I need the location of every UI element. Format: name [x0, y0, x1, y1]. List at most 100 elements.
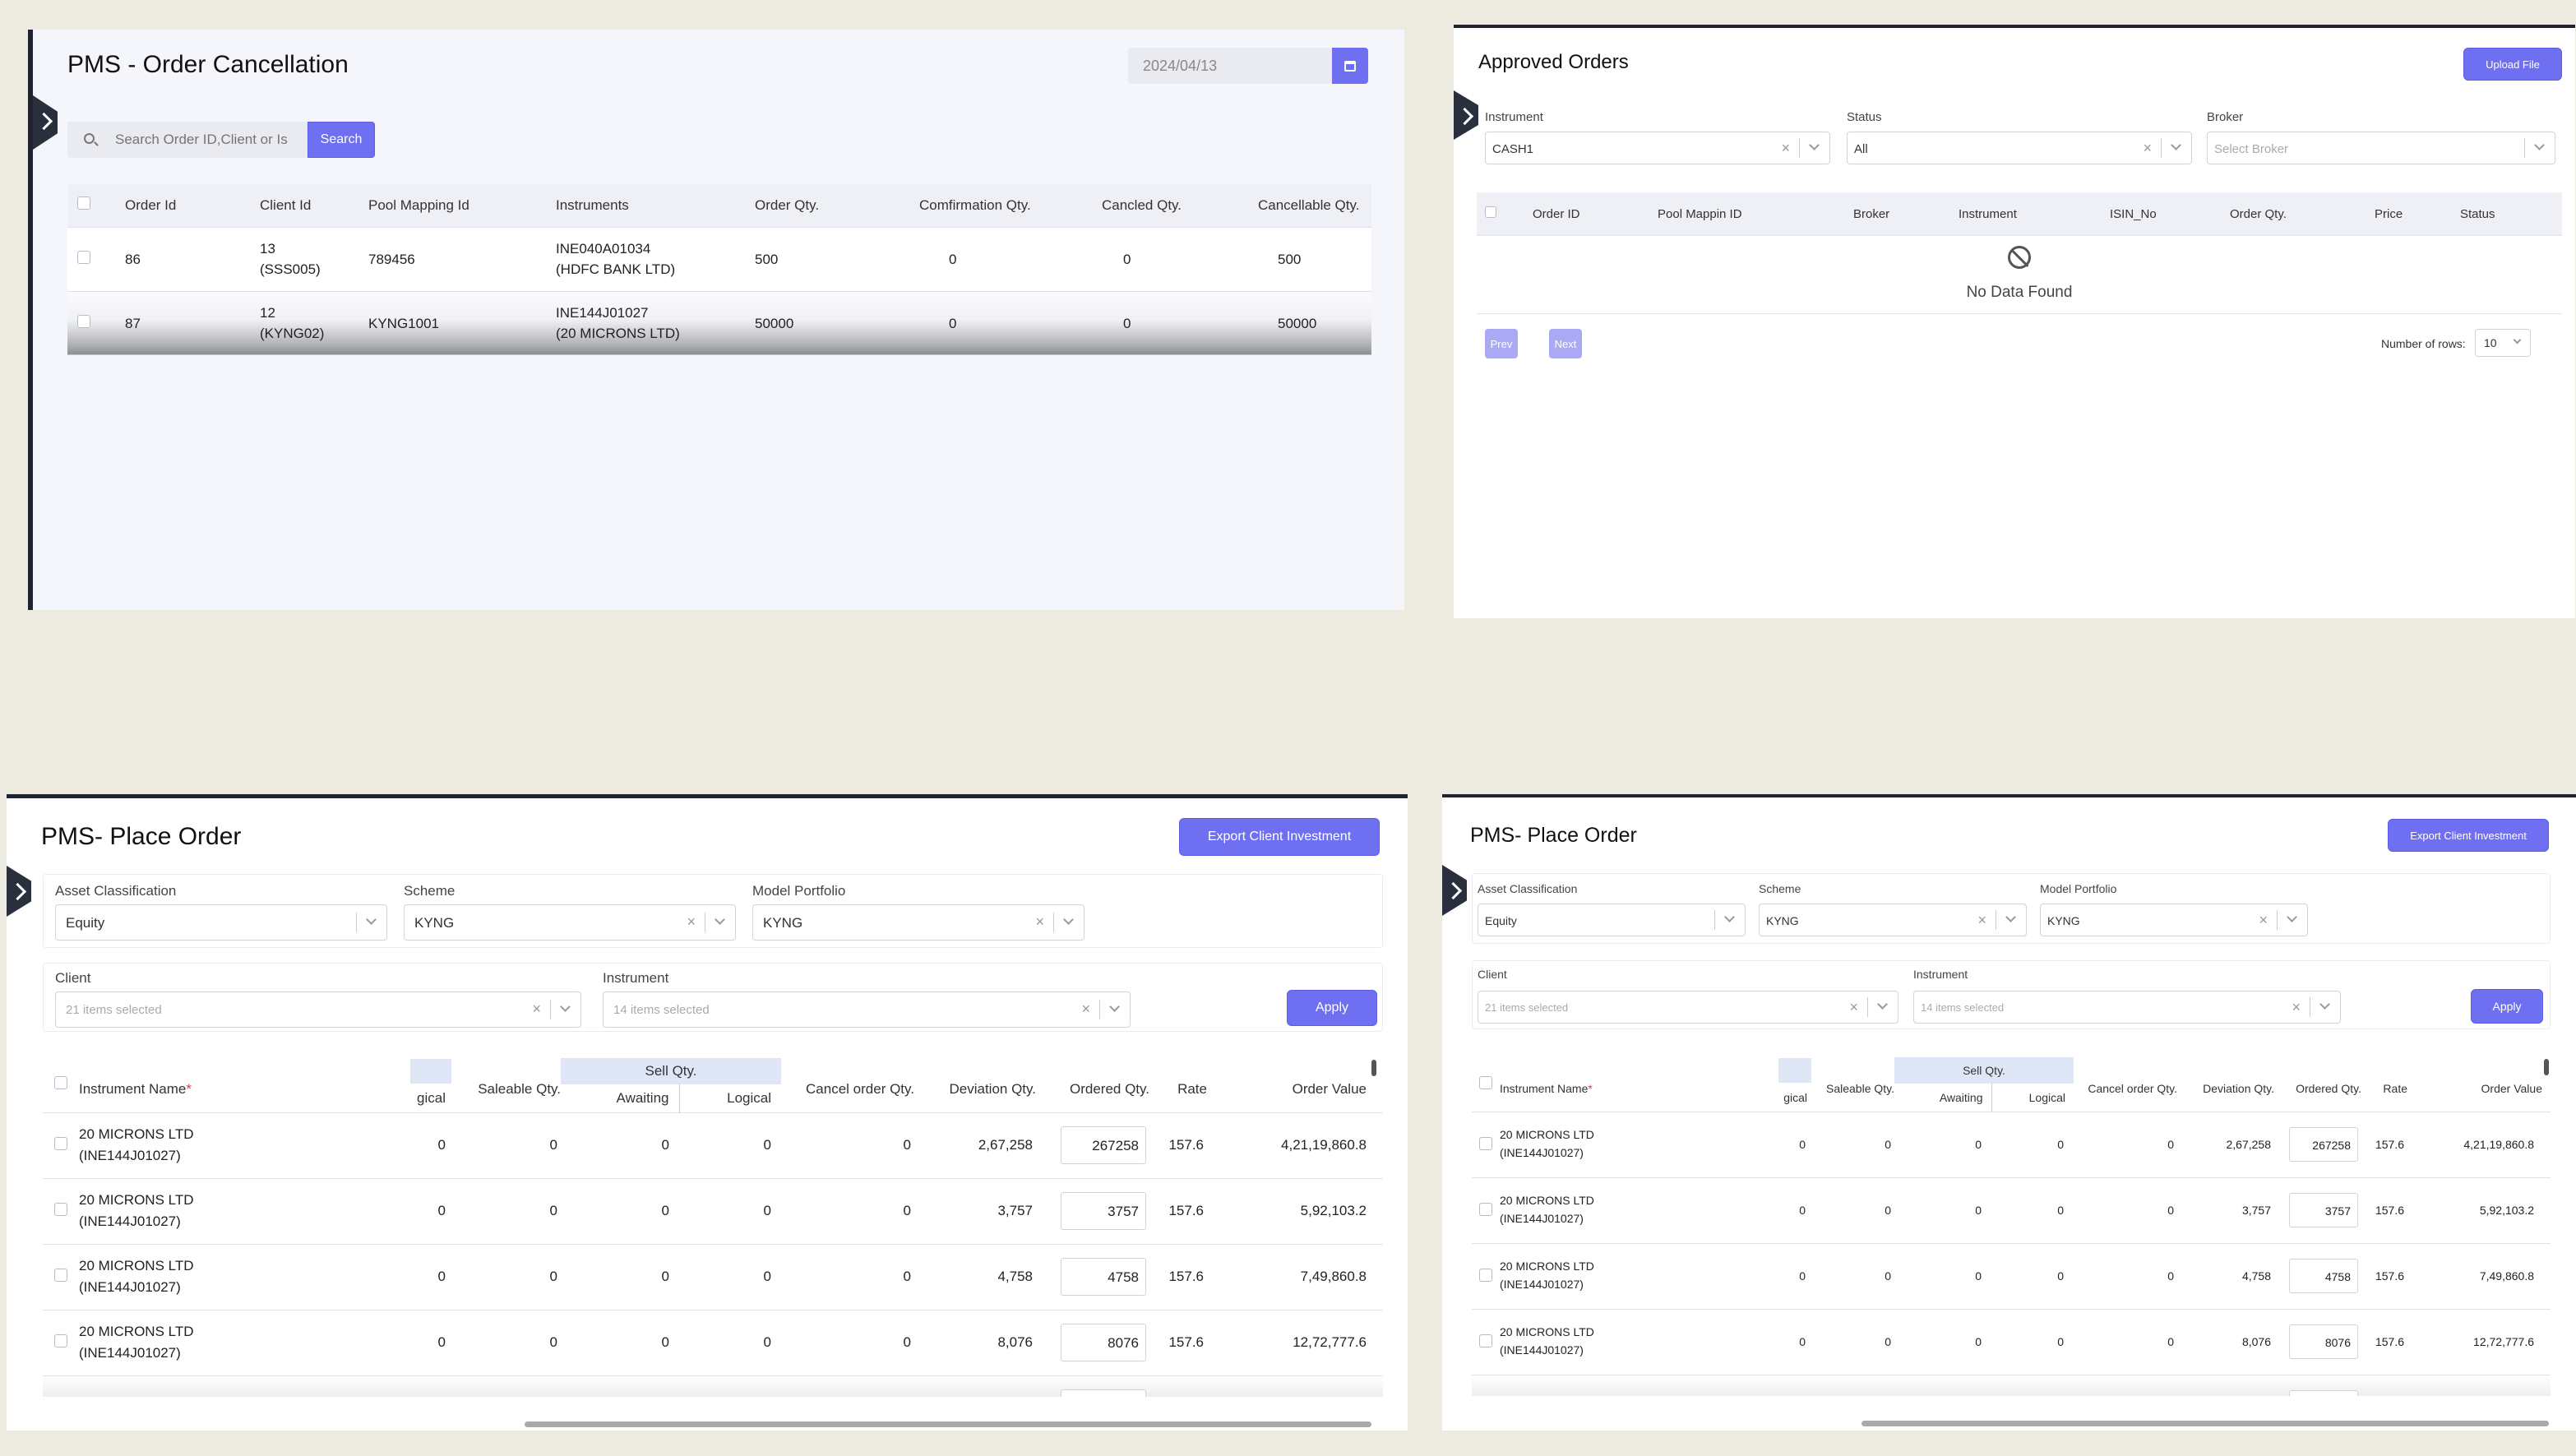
table-row[interactable]: 20 MICRONS LTD (INE144J01027) 0 0 0 0 0 4,758 47… — [1472, 1242, 2551, 1309]
awaiting-cell: 0 — [561, 1309, 679, 1375]
ordered-qty-input[interactable]: 3757 — [1061, 1192, 1146, 1230]
table-row[interactable]: 20 MICRONS LTD (INE144J01027) 0 0 0 0 0 3,757 37… — [43, 1177, 1383, 1244]
ordered-qty-input[interactable]: 15862 — [2289, 1390, 2358, 1396]
horizontal-scrollbar[interactable] — [1861, 1421, 2549, 1426]
search-input[interactable] — [115, 122, 304, 158]
chevron-down-icon[interactable] — [2005, 912, 2016, 922]
clear-icon[interactable]: × — [1849, 999, 1858, 1016]
row-checkbox[interactable] — [1479, 1136, 1492, 1150]
saleable-qty-cell: 0 — [1814, 1176, 1894, 1243]
ordered-qty-input[interactable]: 15862 — [1061, 1389, 1146, 1397]
table-row[interactable]: 20 MICRONS LTD (INE144J01027) 0 0 0 0 0 2,67,25… — [1472, 1111, 2551, 1177]
sidebar-toggle-icon[interactable] — [1442, 865, 1467, 916]
clear-icon[interactable]: × — [1081, 1001, 1090, 1018]
row-checkbox[interactable] — [54, 1334, 67, 1347]
export-client-investment-button[interactable]: Export Client Investment — [2388, 819, 2549, 852]
apply-button[interactable]: Apply — [1287, 990, 1377, 1026]
scheme-select[interactable]: KYNG × — [1759, 904, 2027, 936]
vertical-scrollbar[interactable] — [1371, 1060, 1376, 1076]
row-checkbox[interactable] — [1479, 1202, 1492, 1216]
asset-classification-select[interactable]: Equity — [55, 904, 387, 941]
clear-icon[interactable]: × — [1977, 912, 1986, 929]
ordered-qty-input[interactable]: 3757 — [2289, 1193, 2358, 1227]
horizontal-scrollbar[interactable] — [525, 1421, 1371, 1427]
broker-select[interactable]: Select Broker — [2207, 132, 2555, 164]
instrument-select[interactable]: 14 items selected × — [1913, 991, 2341, 1024]
table-row[interactable]: 20 MICRONS LTD (INE144J01027) 0 0 0 0 0 8,076 80… — [1472, 1308, 2551, 1375]
upload-file-button[interactable]: Upload File — [2463, 48, 2562, 81]
row-checkbox[interactable] — [1479, 1334, 1492, 1347]
clear-icon[interactable]: × — [532, 1001, 541, 1018]
client-select[interactable]: 21 items selected × — [1478, 991, 1898, 1024]
clear-icon[interactable]: × — [687, 913, 696, 931]
table-row[interactable]: 20 MICRONS LTD (INE144J01027) 0 0 0 0 0 3,757 37… — [1472, 1176, 2551, 1243]
ordered-qty-input[interactable]: 8076 — [2289, 1324, 2358, 1359]
ordered-qty-input[interactable]: 267258 — [1061, 1126, 1146, 1164]
row-checkbox[interactable] — [54, 1202, 67, 1216]
export-client-investment-button[interactable]: Export Client Investment — [1179, 818, 1380, 856]
model-portfolio-select[interactable]: KYNG × — [2040, 904, 2308, 936]
clear-icon[interactable]: × — [2292, 999, 2301, 1016]
instrument-isin: (INE144J01027) — [79, 1148, 181, 1163]
client-select[interactable]: 21 items selected × — [55, 991, 581, 1028]
chevron-down-icon[interactable] — [1063, 914, 1074, 925]
saleable-qty-cell: 0 — [454, 1112, 561, 1178]
row-checkbox[interactable] — [1479, 1268, 1492, 1282]
table-row[interactable]: 87 12 (KYNG02) KYNG1001 INE144J01027 (20 M… — [67, 290, 1371, 355]
calendar-button[interactable] — [1332, 48, 1368, 84]
chevron-down-icon[interactable] — [2287, 912, 2297, 922]
select-all-checkbox[interactable] — [54, 1076, 67, 1090]
table-row[interactable]: 20 MICRONS LTD0000015,86215862157.624,99… — [1472, 1374, 2551, 1396]
col-gical: gical — [417, 1089, 446, 1106]
ordered-qty-input[interactable]: 4758 — [1061, 1258, 1146, 1296]
row-checkbox[interactable] — [77, 314, 90, 328]
instrument-select[interactable]: CASH1 × — [1485, 132, 1830, 164]
chevron-down-icon[interactable] — [1109, 1001, 1120, 1012]
prev-button[interactable]: Prev — [1485, 329, 1518, 358]
next-button[interactable]: Next — [1549, 329, 1582, 358]
ordered-qty-input[interactable]: 8076 — [1061, 1324, 1146, 1361]
search-button[interactable]: Search — [308, 122, 375, 158]
table-row[interactable]: 20 MICRONS LTD (INE144J01027) 0 0 0 0 0 8,076 80… — [43, 1309, 1383, 1375]
table-row[interactable]: 20 MICRONS LTD0000015,86215862157.624,99… — [43, 1375, 1383, 1397]
date-field[interactable]: 2024/04/13 — [1128, 48, 1332, 84]
table-row[interactable]: 20 MICRONS LTD (INE144J01027) 0 0 0 0 0 2,67,25… — [43, 1112, 1383, 1178]
asset-classification-select[interactable]: Equity — [1478, 904, 1746, 936]
select-all-checkbox[interactable] — [1485, 206, 1496, 218]
table-row[interactable]: 20 MICRONS LTD (INE144J01027) 0 0 0 0 0 4,758 47… — [43, 1243, 1383, 1310]
chevron-down-icon[interactable] — [366, 914, 377, 925]
chevron-down-icon[interactable] — [2171, 140, 2181, 150]
apply-button[interactable]: Apply — [2471, 989, 2543, 1024]
clear-icon[interactable]: × — [1035, 913, 1044, 931]
chevron-down-icon[interactable] — [715, 914, 725, 925]
chevron-down-icon[interactable] — [2319, 999, 2330, 1010]
select-all-checkbox[interactable] — [1479, 1076, 1492, 1090]
chevron-down-icon[interactable] — [2513, 335, 2522, 344]
scheme-select[interactable]: KYNG × — [404, 904, 736, 941]
row-checkbox[interactable] — [54, 1268, 67, 1282]
ordered-qty-input[interactable]: 4758 — [2289, 1259, 2358, 1293]
deviation-qty-cell: 4,758 — [2177, 1242, 2274, 1309]
clear-icon[interactable]: × — [2259, 912, 2268, 929]
model-portfolio-select[interactable]: KYNG × — [752, 904, 1085, 941]
instrument-select[interactable]: 14 items selected × — [603, 991, 1131, 1028]
ordered-qty-input[interactable]: 267258 — [2289, 1127, 2358, 1162]
vertical-scrollbar[interactable] — [2544, 1059, 2549, 1075]
chevron-down-icon[interactable] — [1724, 912, 1735, 922]
sidebar-toggle-icon[interactable] — [33, 95, 58, 150]
status-select[interactable]: All × — [1847, 132, 2192, 164]
rows-per-page-select[interactable]: 10 — [2475, 329, 2531, 357]
table-row[interactable]: 86 13 (SSS005) 789456 INE040A01034 (HDFC B… — [67, 226, 1371, 291]
sidebar-toggle-icon[interactable] — [7, 866, 31, 917]
chevron-down-icon[interactable] — [1809, 140, 1820, 150]
row-checkbox[interactable] — [54, 1136, 67, 1150]
chevron-down-icon[interactable] — [560, 1001, 571, 1012]
col-saleable-qty: Saleable Qty. — [478, 1080, 561, 1097]
select-all-checkbox[interactable] — [77, 196, 90, 210]
sidebar-toggle-icon[interactable] — [1454, 90, 1478, 140]
chevron-down-icon[interactable] — [2534, 140, 2545, 150]
clear-icon[interactable]: × — [2143, 140, 2152, 157]
row-checkbox[interactable] — [77, 250, 90, 264]
clear-icon[interactable]: × — [1781, 140, 1790, 157]
chevron-down-icon[interactable] — [1877, 999, 1888, 1010]
